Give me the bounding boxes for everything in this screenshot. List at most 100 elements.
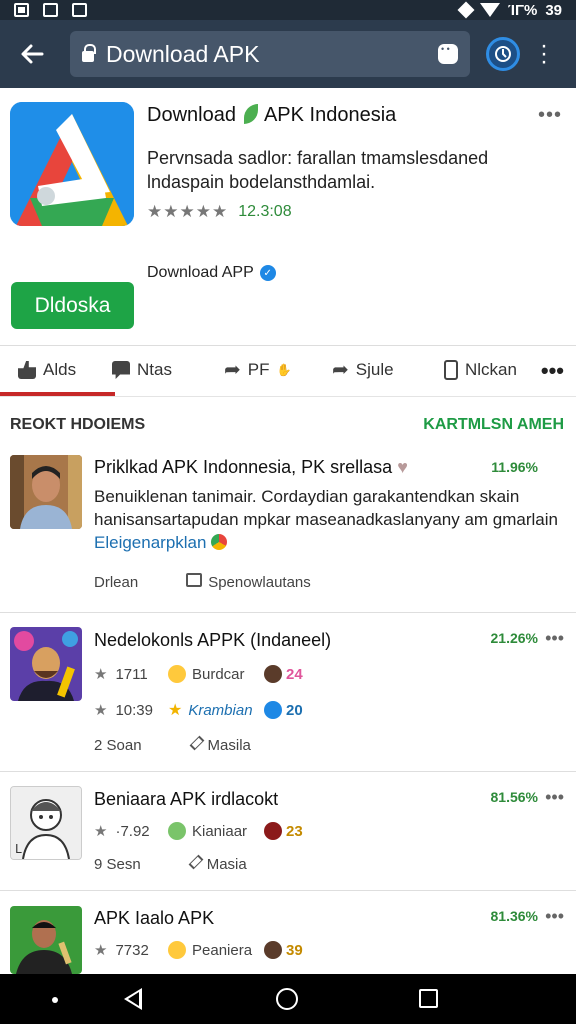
row-stat: ·7.92	[115, 822, 150, 840]
wifi-icon	[479, 3, 500, 17]
row-footer: Drlean Spenowlautans	[94, 573, 311, 591]
star-icon: ★	[94, 823, 108, 840]
action-likes[interactable]: Alds	[18, 360, 76, 380]
install-button[interactable]: Dldoska	[11, 282, 134, 329]
app-more-button[interactable]: •••	[538, 104, 562, 127]
data-icon	[457, 1, 475, 19]
row-meta: ★ ·7.92 Kianiaar 23	[94, 822, 303, 840]
share-icon: ➦	[332, 359, 349, 381]
row-foot-right[interactable]: Spenowlautans	[186, 573, 311, 591]
arrow-left-icon	[21, 44, 44, 64]
hand-icon: ✋	[276, 363, 292, 377]
back-button[interactable]	[12, 34, 52, 74]
image-icon	[43, 3, 58, 17]
row-link[interactable]: Eleigenarpklan	[94, 533, 206, 552]
face-emoji-icon	[264, 665, 282, 683]
star-icon: ★	[94, 666, 108, 683]
action-bar: Alds Ntas ➦ PF ✋ ➦ Sjule Nlckan •••	[0, 345, 576, 397]
avatar: L	[10, 786, 82, 860]
phone-icon	[444, 360, 458, 380]
clock-icon	[495, 46, 511, 62]
action-label: PF	[247, 360, 270, 379]
row-meta: ★ 10:39 ★ Krambian 20	[94, 700, 303, 720]
row-stat: 1711	[115, 665, 148, 683]
action-share[interactable]: ➦ Sjule	[332, 360, 394, 380]
face-emoji-icon	[264, 822, 282, 840]
row-body: Benuiklenan tanimair. Cordaydian garakan…	[94, 485, 564, 554]
star-icon: ★	[94, 942, 108, 959]
action-label: Alds	[43, 360, 77, 379]
row-meta-name: Kianiaar	[192, 822, 248, 840]
list-item[interactable]: L Beniaara APK irdlacokt 81.56% ••• ★ ·7.…	[0, 773, 576, 891]
status-bar: ΊΓ% 39	[0, 0, 576, 20]
row-count: 20	[286, 701, 303, 719]
laugh-emoji-icon	[168, 822, 186, 840]
app-header: Download APK Indonesia ••• Pervnsada sad…	[0, 88, 576, 338]
row-stat: 7732	[115, 941, 149, 959]
row-percent: 11.96%	[491, 459, 538, 475]
clock: 39	[545, 1, 562, 19]
chat-notification-icon	[72, 3, 87, 17]
row-foot-left[interactable]: Drlean	[94, 574, 138, 591]
list-item[interactable]: Priklkad APK Indonnesia, PK srellasa ♥ 1…	[0, 445, 576, 613]
row-title: Beniaara APK irdlacokt	[94, 789, 279, 809]
nav-home-button[interactable]	[276, 988, 298, 1010]
row-foot-right[interactable]: Masia	[188, 854, 247, 873]
nav-back-button[interactable]	[124, 988, 142, 1010]
row-foot-right[interactable]: Masila	[189, 735, 251, 754]
row-title: Nedelokonls APPK (Indaneel)	[94, 630, 332, 650]
app-title-part1: Download	[147, 104, 236, 126]
avatar	[10, 906, 82, 974]
edit-icon	[189, 735, 204, 751]
nav-recents-button[interactable]	[419, 989, 438, 1008]
app-title: Download APK Indonesia	[147, 104, 396, 127]
row-meta-name: Peaniera	[192, 941, 253, 959]
list-item[interactable]: APK Iaalo APK 81.36% ••• ★ 7732 Peaniera …	[0, 892, 576, 974]
row-percent: 21.26%	[490, 630, 538, 646]
row-meta: ★ 1711 Burdcar 24	[94, 665, 303, 683]
smile-emoji-icon	[168, 941, 186, 959]
section-title: REOKT HDOIEMS	[10, 416, 146, 433]
gallery-icon	[14, 3, 29, 17]
action-pf[interactable]: ➦ PF ✋	[224, 360, 291, 380]
download-app-link[interactable]: Download APP ✓	[147, 264, 276, 282]
row-foot-right-text: Masia	[206, 856, 247, 873]
account-button[interactable]	[486, 37, 520, 71]
row-footer: 9 Sesn Masia	[94, 854, 247, 873]
app-logo	[10, 102, 134, 226]
section-action-link[interactable]: KARTMLSN AMEH	[423, 416, 564, 434]
forward-icon: ➦	[224, 359, 241, 381]
row-percent: 81.56%	[490, 789, 538, 805]
row-foot-left[interactable]: 9 Sesn	[94, 856, 141, 873]
heart-icon: ♥	[397, 457, 408, 477]
comment-icon	[112, 361, 130, 379]
row-body-text: Benuiklenan tanimair. Cordaydian garakan…	[94, 487, 558, 529]
avatar	[10, 455, 82, 529]
lock-icon	[82, 43, 96, 62]
tab-switcher-icon[interactable]	[438, 44, 458, 64]
action-more-button[interactable]: •••	[541, 358, 564, 384]
leaf-icon	[243, 104, 258, 124]
nav-dot-icon[interactable]	[52, 997, 58, 1003]
list-item[interactable]: Nedelokonls APPK (Indaneel) 21.26% ••• ★…	[0, 614, 576, 772]
action-nickname[interactable]: Nlckan	[444, 360, 517, 380]
overflow-menu-button[interactable]: · · ·	[540, 34, 548, 74]
star-icon: ★	[94, 702, 108, 719]
rating-value: 12.3:08	[238, 203, 292, 220]
gold-star-icon: ★	[168, 702, 183, 719]
row-more-button[interactable]: •••	[545, 906, 564, 927]
signal-battery-text: ΊΓ%	[507, 1, 538, 19]
row-more-button[interactable]: •••	[545, 787, 564, 808]
url-text: Download APK	[106, 40, 260, 67]
row-meta: ★ 7732 Peaniera 39	[94, 941, 303, 959]
url-bar[interactable]: Download APK	[70, 31, 470, 77]
app-title-part2: APK Indonesia	[263, 104, 397, 126]
system-nav-bar	[0, 974, 576, 1024]
row-title: APK Iaalo APK	[94, 908, 215, 928]
row-title-text: Priklkad APK Indonnesia, PK srellasa	[94, 457, 393, 477]
avatar	[10, 627, 82, 701]
action-notes[interactable]: Ntas	[112, 360, 172, 380]
colorful-icon	[211, 534, 228, 550]
row-more-button[interactable]: •••	[545, 628, 564, 649]
row-foot-left[interactable]: 2 Soan	[94, 737, 142, 754]
